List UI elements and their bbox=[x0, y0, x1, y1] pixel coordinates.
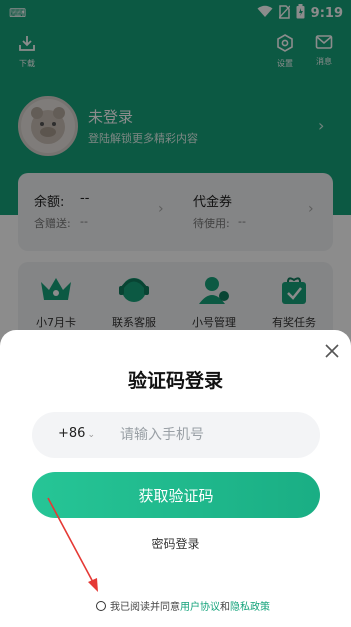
agree-checkbox[interactable] bbox=[96, 600, 106, 611]
agree-prefix: 我已阅读并同意 bbox=[110, 602, 180, 613]
close-icon bbox=[325, 344, 339, 358]
password-login-link[interactable]: 密码登录 bbox=[0, 535, 351, 552]
phone-input[interactable] bbox=[120, 420, 305, 450]
user-agreement-link[interactable]: 用户协议 bbox=[180, 598, 220, 613]
agreement-row: 我已阅读并同意 用户协议 和 隐私政策 bbox=[96, 598, 270, 613]
agree-and: 和 bbox=[220, 602, 230, 613]
login-sheet: 验证码登录 +86⌄ 获取验证码 密码登录 我已阅读并同意 用户协议 和 隐私政… bbox=[0, 330, 351, 627]
privacy-policy-link[interactable]: 隐私政策 bbox=[230, 598, 270, 613]
country-code-select[interactable]: +86 ⌄ bbox=[58, 426, 95, 441]
sheet-title: 验证码登录 bbox=[127, 370, 223, 392]
chevron-down-icon: ⌄ bbox=[87, 430, 95, 440]
close-button[interactable] bbox=[323, 342, 341, 360]
phone-field: +86 ⌄ bbox=[32, 412, 320, 458]
get-code-button[interactable]: 获取验证码 bbox=[32, 472, 320, 518]
